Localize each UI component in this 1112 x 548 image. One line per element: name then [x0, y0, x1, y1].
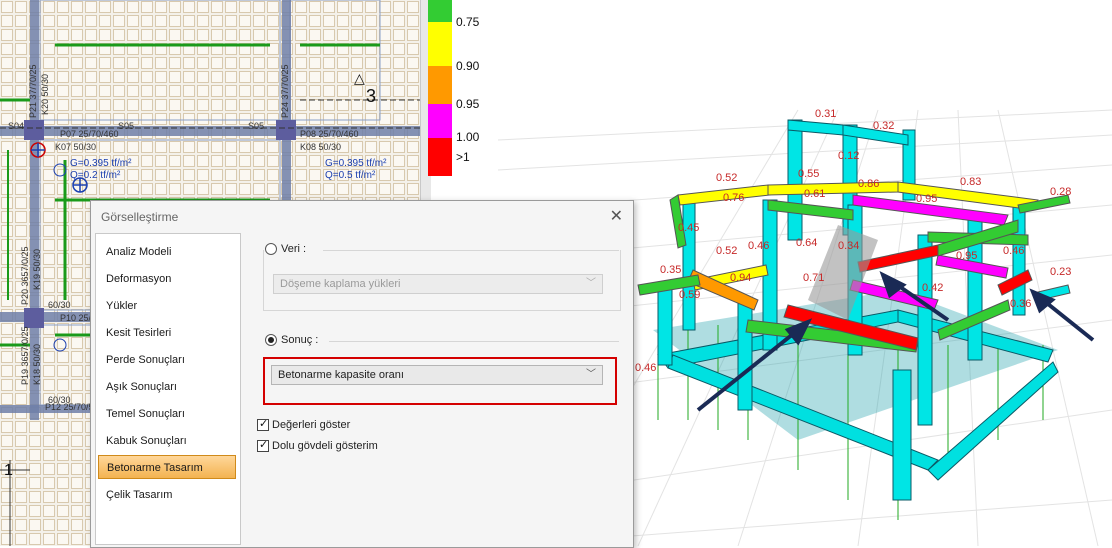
legend-label: 0.90	[456, 59, 480, 73]
capacity-value: 0.94	[730, 272, 752, 284]
sonuc-label: Sonuç :	[281, 334, 319, 346]
beam-label: 60/30	[48, 395, 71, 405]
capacity-value: 0.12	[838, 150, 860, 162]
capacity-value: 0.52	[716, 245, 738, 257]
category-list: Analiz Modeli Deformasyon Yükler Kesit T…	[95, 233, 241, 545]
axis-number: 3	[366, 86, 377, 106]
column-label: P19 3657/0/25	[20, 326, 30, 385]
column-label: P21 37/70/25	[28, 64, 38, 118]
beam-label: K07 50/30	[55, 142, 97, 152]
legend-swatch	[428, 66, 452, 104]
capacity-value: 0.23	[1050, 266, 1072, 278]
slab-label: S05	[248, 121, 265, 131]
show-values-checkbox[interactable]	[257, 417, 269, 431]
capacity-value: 0.32	[873, 120, 895, 132]
column-label: P20 3657/0/25	[20, 246, 30, 305]
nav-item-kabuk-sonuclari[interactable]: Kabuk Sonuçları	[98, 429, 236, 453]
nav-item-analiz-modeli[interactable]: Analiz Modeli	[98, 240, 236, 264]
nav-item-asik-sonuclari[interactable]: Aşık Sonuçları	[98, 375, 236, 399]
capacity-value: 0.64	[796, 237, 818, 249]
capacity-value: 0.95	[956, 250, 978, 262]
column-label: K18 50/30	[32, 343, 42, 385]
sonuc-radio-row[interactable]: Sonuç :	[265, 334, 318, 346]
beam-label: K08 50/30	[300, 142, 342, 152]
beam-label: 60/30	[48, 300, 71, 310]
capacity-value: 0.46	[748, 240, 770, 252]
capacity-value: 0.31	[815, 108, 837, 120]
capacity-value: 0.55	[798, 168, 820, 180]
capacity-value: 0.28	[1050, 186, 1072, 198]
capacity-value: 0.83	[960, 176, 982, 188]
capacity-value: 0.52	[716, 172, 738, 184]
beam-label: P08 25/70/460	[300, 129, 359, 139]
show-values-label: Değerleri göster	[272, 419, 351, 431]
nav-item-perde-sonuclari[interactable]: Perde Sonuçları	[98, 348, 236, 372]
nav-item-kesit-tesirleri[interactable]: Kesit Tesirleri	[98, 321, 236, 345]
capacity-value: 0.71	[803, 272, 825, 284]
capacity-value: 0.42	[922, 282, 944, 294]
load-q: Q=0.2 tf/m²	[70, 170, 121, 181]
dialog-title: Görselleştirme	[101, 210, 179, 224]
solid-display-row[interactable]: Dolu gövdeli gösterim	[257, 438, 378, 452]
legend-label: 0.95	[456, 97, 480, 111]
axis-number-bottom: 1	[4, 462, 13, 479]
nav-item-betonarme-tasarim[interactable]: Betonarme Tasarım	[98, 455, 236, 479]
veri-select-value: Döşeme kaplama yükleri	[280, 278, 401, 290]
show-values-row[interactable]: Değerleri göster	[257, 417, 351, 431]
capacity-value: 0.46	[1003, 245, 1025, 257]
load-q: Q=0.5 tf/m²	[325, 170, 376, 181]
capacity-value: 0.61	[804, 188, 826, 200]
column-label: P24 37/70/25	[280, 64, 290, 118]
legend-label: >1	[456, 150, 470, 164]
nav-item-deformasyon[interactable]: Deformasyon	[98, 267, 236, 291]
capacity-value: 0.86	[858, 178, 880, 190]
slab-label: S05	[118, 121, 135, 131]
nav-item-temel-sonuclari[interactable]: Temel Sonuçları	[98, 402, 236, 426]
legend-label: 0.75	[456, 15, 480, 29]
slab-label: S04	[8, 121, 25, 131]
capacity-value: 0.46	[635, 362, 657, 374]
chevron-down-icon: ﹀	[586, 278, 596, 289]
nav-item-yukler[interactable]: Yükler	[98, 294, 236, 318]
capacity-value: 0.76	[723, 192, 745, 204]
column-label: K20 50/30	[40, 73, 50, 115]
legend-swatch	[428, 104, 452, 138]
capacity-value: 0.45	[678, 222, 700, 234]
visualization-dialog: Görselleştirme ✕ Analiz Modeli Deformasy…	[90, 200, 634, 548]
solid-display-checkbox[interactable]	[257, 438, 269, 452]
veri-select[interactable]: Döşeme kaplama yükleri ﹀	[273, 274, 603, 294]
load-g: G=0.395 tf/m²	[325, 158, 387, 169]
legend-swatch	[428, 0, 452, 22]
close-icon[interactable]: ✕	[610, 206, 623, 226]
highlight-box	[263, 357, 617, 405]
capacity-value: 0.35	[660, 264, 682, 276]
capacity-value: 0.36	[1010, 298, 1032, 310]
axis-marker: △	[354, 70, 365, 86]
group-divider	[329, 341, 619, 342]
load-g: G=0.395 tf/m²	[70, 158, 132, 169]
nav-item-celik-tasarim[interactable]: Çelik Tasarım	[98, 483, 236, 507]
legend-swatch	[428, 138, 452, 176]
solid-display-label: Dolu gövdeli gösterim	[272, 440, 378, 452]
beam-label: P07 25/70/460	[60, 129, 119, 139]
capacity-value: 0.95	[916, 193, 938, 205]
capacity-value: 0.59	[679, 289, 701, 301]
legend-label: 1.00	[456, 130, 480, 144]
column-label: K19 50/30	[32, 248, 42, 290]
capacity-value: 0.34	[838, 240, 860, 252]
legend-swatch	[428, 22, 452, 66]
sonuc-radio[interactable]	[265, 334, 277, 346]
capacity-legend: 0.75 0.90 0.95 1.00 >1	[426, 0, 496, 180]
